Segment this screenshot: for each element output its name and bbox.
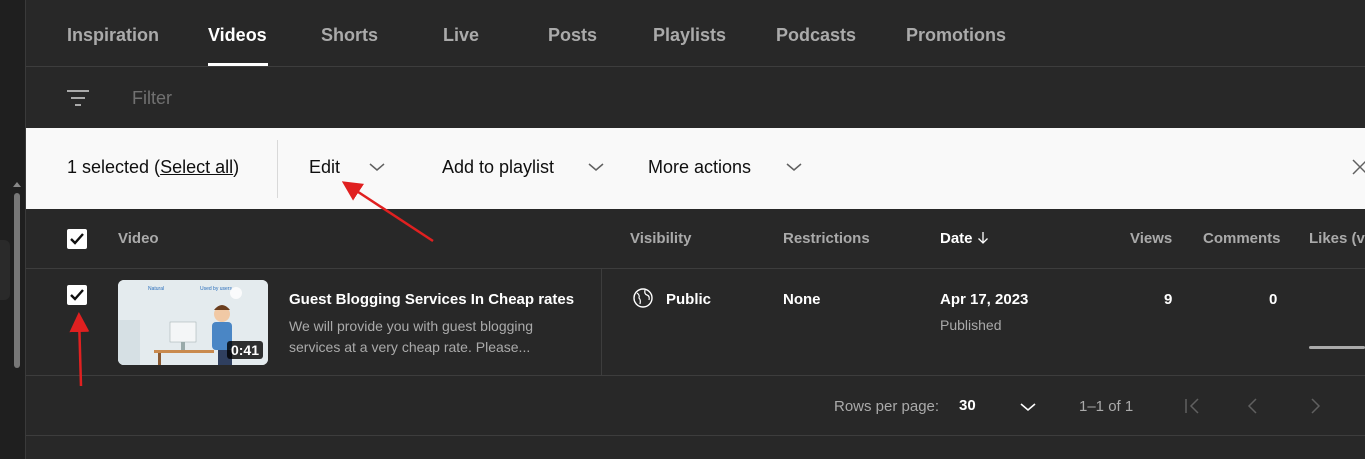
- likes-bar: [1309, 346, 1365, 349]
- tab-promotions[interactable]: Promotions: [906, 25, 1006, 46]
- date-value: Apr 17, 2023: [940, 291, 1029, 308]
- chevron-down-icon[interactable]: [588, 162, 604, 172]
- column-video: Video: [118, 230, 159, 247]
- video-duration: 0:41: [226, 341, 263, 359]
- checkmark-icon: [70, 289, 84, 301]
- tab-bar: Inspiration Videos Shorts Live Posts Pla…: [26, 0, 1365, 67]
- column-likes: Likes (vs: [1309, 230, 1365, 247]
- video-title[interactable]: Guest Blogging Services In Cheap rates: [289, 291, 574, 308]
- selection-count: 1 selected (Select all): [67, 157, 240, 177]
- tab-live[interactable]: Live: [443, 25, 479, 46]
- chevron-down-icon[interactable]: [369, 162, 385, 172]
- svg-text:Natural: Natural: [148, 286, 164, 292]
- column-restrictions: Restrictions: [783, 230, 870, 247]
- video-description: We will provide you with guest blogging …: [289, 318, 534, 355]
- active-tab-indicator: [208, 63, 268, 66]
- select-all-link[interactable]: Select all: [160, 157, 233, 177]
- rows-per-page-label: Rows per page:: [834, 398, 940, 415]
- table-row[interactable]: Natural Used by users 0:41 Guest Bloggin…: [26, 269, 1365, 376]
- sort-arrow-down-icon: [977, 232, 988, 244]
- date-status: Published: [940, 317, 1002, 333]
- column-visibility: Visibility: [630, 230, 692, 247]
- column-date[interactable]: Date: [940, 230, 989, 247]
- tab-shorts[interactable]: Shorts: [321, 25, 378, 46]
- checkmark-icon: [70, 233, 84, 245]
- tab-posts[interactable]: Posts: [548, 25, 597, 46]
- tab-playlists[interactable]: Playlists: [653, 25, 726, 46]
- globe-icon[interactable]: [632, 287, 654, 309]
- page-range: 1–1 of 1: [1079, 398, 1134, 415]
- vertical-scrollbar[interactable]: [14, 193, 20, 368]
- chevron-down-icon[interactable]: [1019, 402, 1037, 412]
- pagination-bar: Rows per page: 30 1–1 of 1: [26, 376, 1365, 436]
- content-area: Inspiration Videos Shorts Live Posts Pla…: [26, 0, 1365, 459]
- previous-page-icon[interactable]: [1243, 396, 1263, 416]
- column-comments: Comments: [1203, 230, 1281, 247]
- scroll-up-arrow-icon[interactable]: [13, 182, 21, 187]
- rows-per-page-select[interactable]: 30: [959, 397, 976, 414]
- next-page-icon[interactable]: [1305, 396, 1325, 416]
- selection-action-bar: 1 selected (Select all) Edit Add to play…: [26, 128, 1365, 209]
- chevron-down-icon[interactable]: [786, 162, 802, 172]
- select-all-checkbox[interactable]: [67, 229, 87, 249]
- comments-value: 0: [1269, 291, 1278, 308]
- tab-videos[interactable]: Videos: [208, 25, 267, 46]
- views-value: 9: [1164, 291, 1173, 308]
- more-actions-button[interactable]: More actions: [648, 157, 751, 178]
- close-icon[interactable]: [1351, 156, 1365, 178]
- rail-panel: [0, 240, 10, 300]
- tab-inspiration[interactable]: Inspiration: [67, 25, 159, 46]
- column-views: Views: [1130, 230, 1173, 247]
- row-checkbox[interactable]: [67, 285, 87, 305]
- filter-input[interactable]: Filter: [132, 88, 172, 109]
- visibility-value[interactable]: Public: [666, 291, 711, 308]
- divider: [601, 269, 602, 375]
- first-page-icon[interactable]: [1183, 396, 1203, 416]
- filter-icon[interactable]: [66, 88, 90, 108]
- restrictions-value: None: [783, 291, 821, 308]
- divider: [277, 140, 278, 198]
- left-rail: [0, 0, 26, 459]
- table-header: Video Visibility Restrictions Date Views…: [26, 209, 1365, 269]
- video-thumbnail[interactable]: Natural Used by users 0:41: [118, 280, 268, 365]
- tab-podcasts[interactable]: Podcasts: [776, 25, 856, 46]
- edit-button[interactable]: Edit: [309, 157, 340, 178]
- add-to-playlist-button[interactable]: Add to playlist: [442, 157, 554, 178]
- svg-text:Used by users: Used by users: [200, 286, 232, 292]
